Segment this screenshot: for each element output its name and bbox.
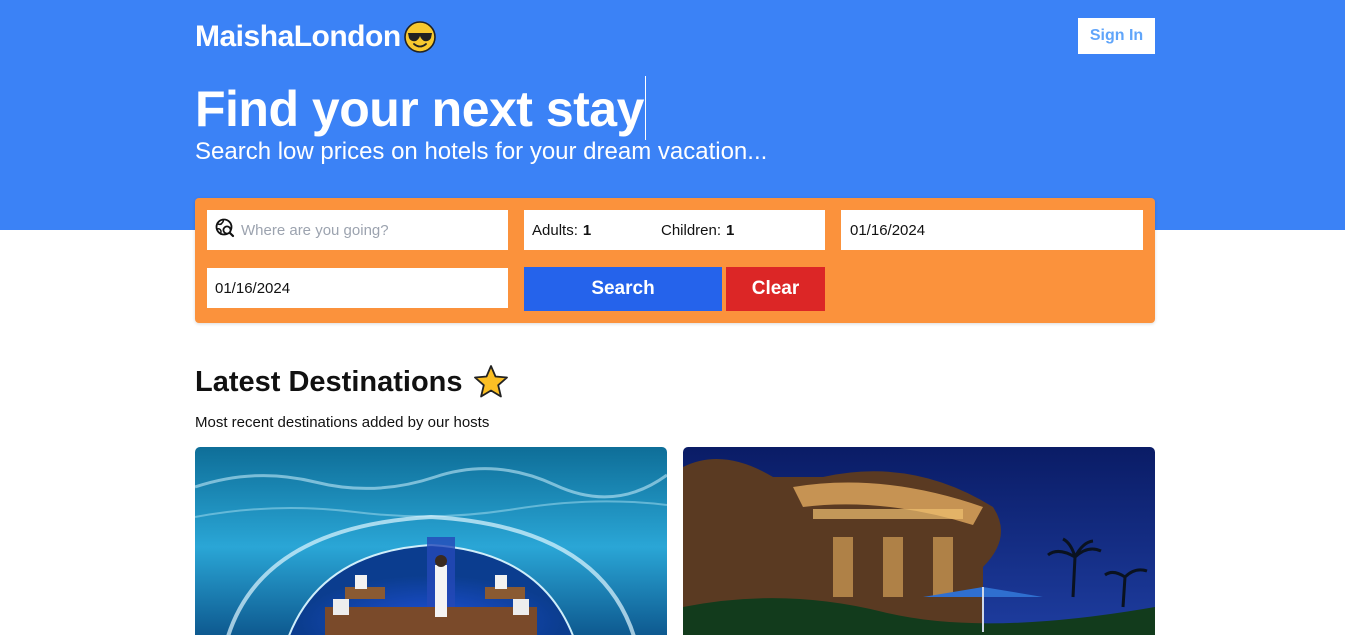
text-caret — [644, 76, 646, 140]
clear-button[interactable]: Clear — [726, 267, 825, 311]
search-button[interactable]: Search — [524, 267, 722, 311]
sign-in-button[interactable]: Sign In — [1078, 18, 1155, 54]
adults-value[interactable]: 1 — [583, 222, 591, 239]
page-title: Find your next stay — [195, 76, 1155, 140]
check-out-date-field[interactable]: 01/16/2024 — [207, 268, 508, 308]
guests-field: Adults: 1 Children: 1 — [524, 210, 825, 250]
destination-card-underwater[interactable] — [195, 447, 667, 635]
children-value[interactable]: 1 — [726, 222, 734, 239]
destination-input[interactable] — [241, 221, 491, 239]
section-title-text: Latest Destinations — [195, 365, 463, 398]
children-group[interactable]: Children: 1 — [661, 222, 734, 239]
search-form: Adults: 1 Children: 1 01/16/2024 01/16/2… — [195, 198, 1155, 323]
brand-name: MaishaLondon — [195, 20, 401, 53]
sunglasses-emoji-icon — [403, 20, 437, 54]
night-resort-photo — [683, 447, 1155, 635]
adults-label: Adults: — [532, 221, 578, 239]
page-title-text: Find your next stay — [195, 81, 644, 137]
globe-search-icon — [215, 218, 235, 242]
adults-group[interactable]: Adults: 1 — [532, 222, 591, 239]
section-title: Latest Destinations — [195, 364, 1155, 400]
destination-field[interactable] — [207, 210, 508, 250]
star-icon — [473, 364, 509, 400]
children-label: Children: — [661, 221, 722, 239]
underwater-restaurant-photo — [195, 447, 667, 635]
check-in-date-field[interactable]: 01/16/2024 — [841, 210, 1143, 250]
page-subtitle: Search low prices on hotels for your dre… — [195, 138, 768, 165]
destination-card-resort[interactable] — [683, 447, 1155, 635]
top-bar: MaishaLondon Sign In — [195, 18, 1155, 58]
brand-logo[interactable]: MaishaLondon — [195, 20, 437, 54]
section-subtitle: Most recent destinations added by our ho… — [195, 414, 490, 431]
